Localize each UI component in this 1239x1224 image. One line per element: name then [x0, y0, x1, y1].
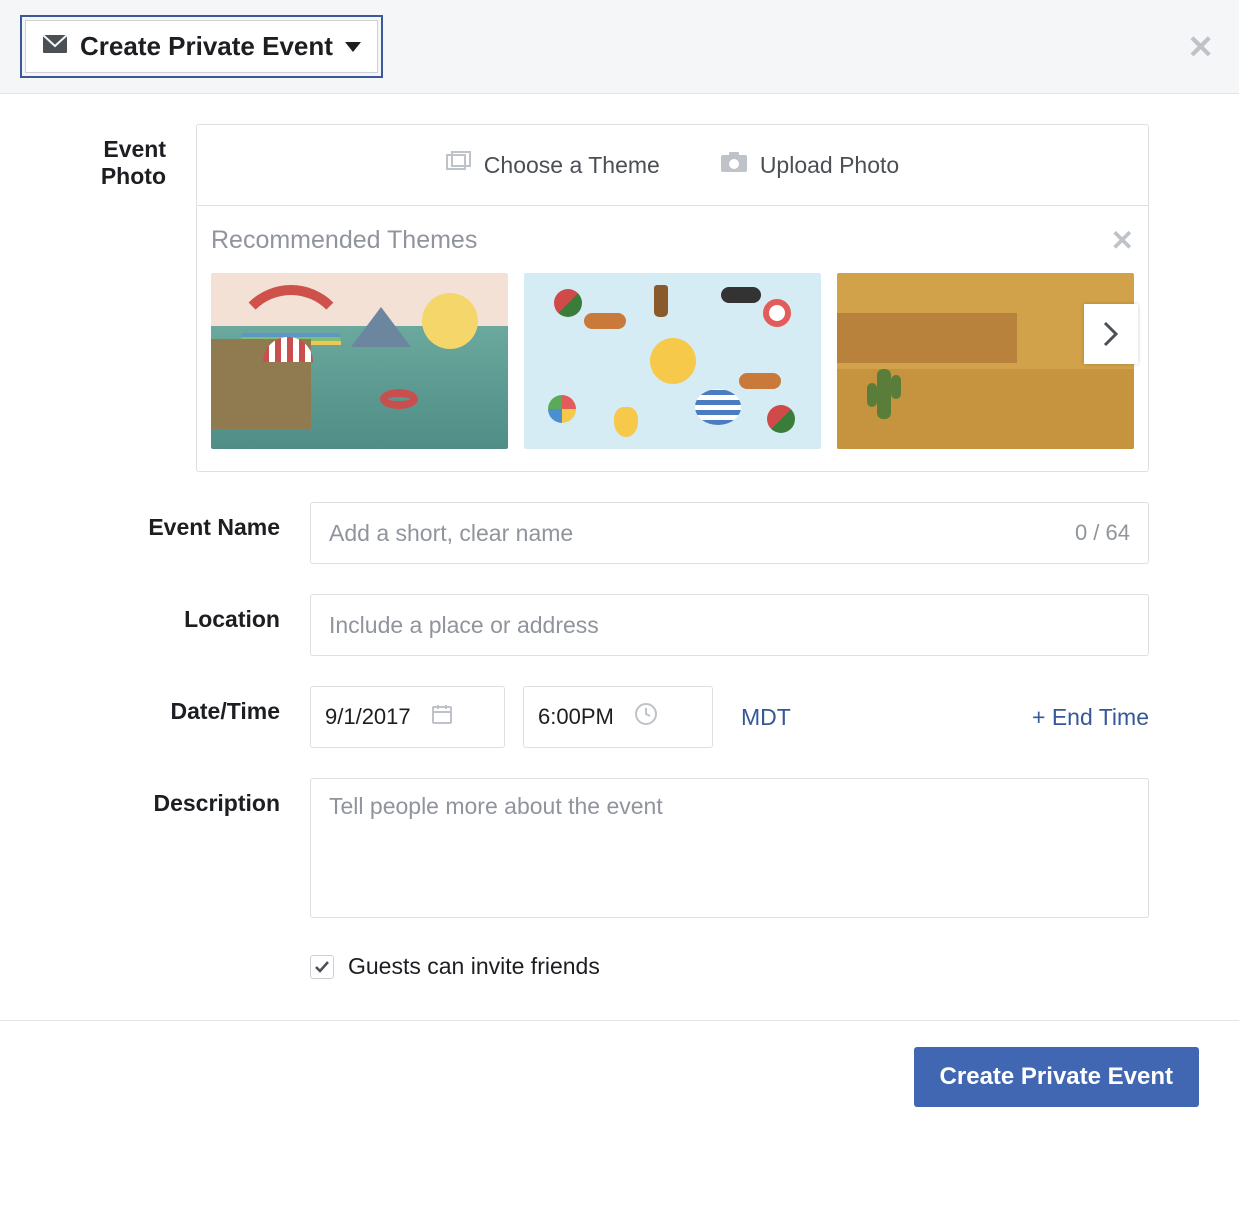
dialog-footer: Create Private Event: [0, 1020, 1239, 1133]
datetime-row: 9/1/2017 6:00PM MDT + End Time: [310, 686, 1149, 748]
event-type-label: Create Private Event: [80, 31, 333, 62]
label-event-photo: Event Photo: [50, 124, 196, 472]
carousel-next-button[interactable]: [1084, 304, 1138, 364]
guests-invite-checkbox[interactable]: Guests can invite friends: [310, 953, 1149, 980]
time-input[interactable]: 6:00PM: [523, 686, 713, 748]
choose-theme-label: Choose a Theme: [484, 152, 660, 179]
caret-down-icon: [345, 42, 361, 52]
event-type-dropdown[interactable]: Create Private Event: [25, 20, 378, 73]
photo-options: Choose a Theme Upload Photo: [197, 125, 1148, 205]
row-description: Description: [50, 778, 1149, 923]
event-name-counter: 0 / 64: [1075, 520, 1130, 546]
label-event-name: Event Name: [50, 502, 310, 564]
close-icon[interactable]: ✕: [1187, 31, 1214, 63]
theme-thumbnail[interactable]: [211, 273, 508, 449]
camera-icon: [720, 151, 748, 179]
dialog-header: Create Private Event ✕: [0, 0, 1239, 94]
upload-photo-label: Upload Photo: [760, 152, 899, 179]
themes-close-icon[interactable]: ✕: [1111, 224, 1134, 257]
upload-photo-button[interactable]: Upload Photo: [720, 151, 899, 179]
clock-icon: [634, 702, 658, 732]
row-event-name: Event Name 0 / 64: [50, 502, 1149, 564]
theme-thumbnail[interactable]: [524, 273, 821, 449]
date-value: 9/1/2017: [325, 704, 411, 730]
calendar-icon: [431, 703, 453, 731]
themes-title: Recommended Themes: [211, 226, 477, 255]
row-event-photo: Event Photo Choose a Theme Upload Photo: [50, 124, 1149, 472]
envelope-icon: [42, 34, 68, 59]
choose-theme-button[interactable]: Choose a Theme: [446, 151, 660, 179]
checkmark-icon: [314, 959, 330, 975]
theme-icon: [446, 151, 472, 179]
time-value: 6:00PM: [538, 704, 614, 730]
event-name-input-wrapper: 0 / 64: [310, 502, 1149, 564]
form-body: Event Photo Choose a Theme Upload Photo: [0, 94, 1239, 1020]
event-name-input[interactable]: [329, 520, 1075, 547]
chevron-right-icon: [1102, 320, 1120, 348]
themes-carousel: [211, 273, 1134, 449]
label-location: Location: [50, 594, 310, 656]
location-input-wrapper: [310, 594, 1149, 656]
checkbox-box: [310, 955, 334, 979]
description-textarea[interactable]: [310, 778, 1149, 918]
row-location: Location: [50, 594, 1149, 656]
photo-box: Choose a Theme Upload Photo Recommended …: [196, 124, 1149, 472]
row-guests-invite: Guests can invite friends: [50, 953, 1149, 980]
label-description: Description: [50, 778, 310, 923]
themes-section: Recommended Themes ✕: [197, 205, 1148, 471]
location-input[interactable]: [329, 612, 1130, 639]
add-end-time-button[interactable]: + End Time: [1032, 704, 1149, 731]
date-input[interactable]: 9/1/2017: [310, 686, 505, 748]
create-event-button[interactable]: Create Private Event: [914, 1047, 1199, 1107]
label-datetime: Date/Time: [50, 686, 310, 748]
guests-invite-label: Guests can invite friends: [348, 953, 600, 980]
timezone-button[interactable]: MDT: [741, 704, 791, 731]
row-datetime: Date/Time 9/1/2017 6:00PM MDT + End Time: [50, 686, 1149, 748]
